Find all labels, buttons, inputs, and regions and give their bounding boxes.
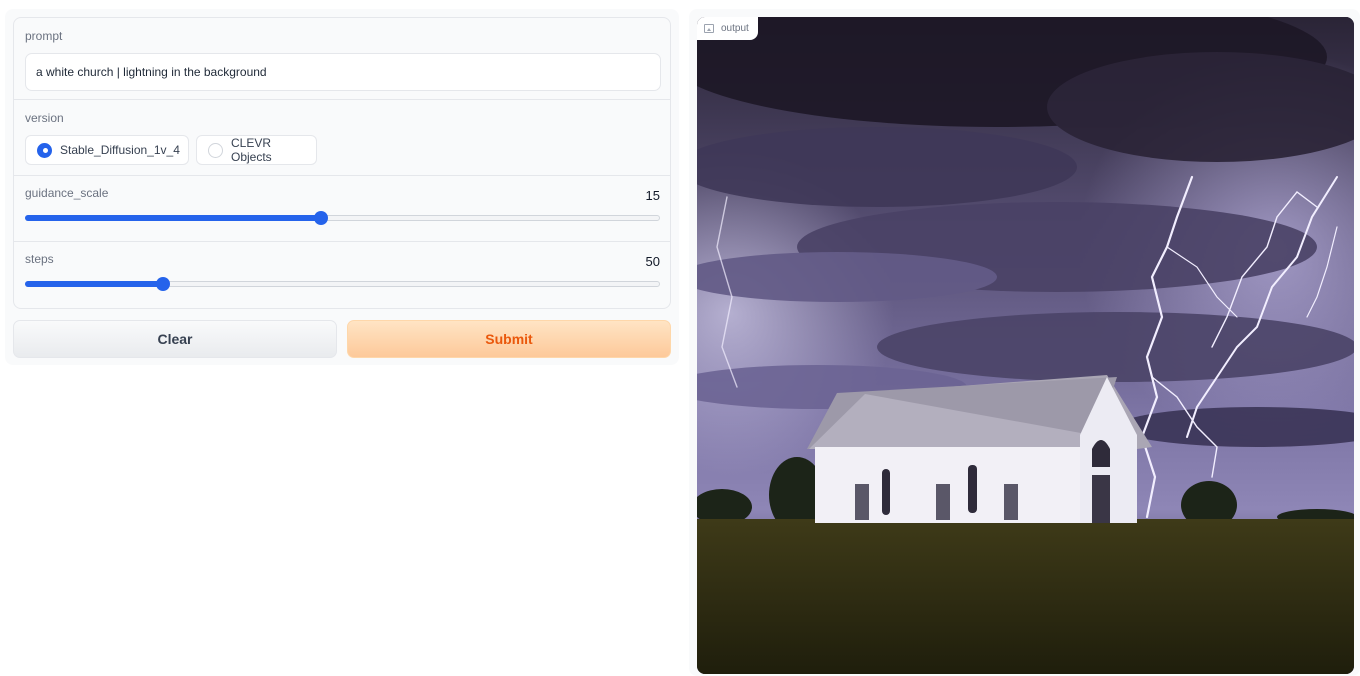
radio-checked-icon	[37, 142, 52, 158]
prompt-block: prompt	[14, 18, 670, 100]
slider-fill	[25, 215, 321, 221]
guidance-scale-value[interactable]: 15	[646, 188, 660, 203]
clear-button[interactable]: Clear	[13, 320, 337, 358]
steps-slider[interactable]	[25, 277, 660, 291]
steps-value[interactable]: 50	[646, 254, 660, 269]
version-block: version Stable_Diffusion_1v_4 CLEVR Obje…	[14, 100, 670, 176]
output-label: output	[697, 17, 758, 40]
submit-button[interactable]: Submit	[347, 320, 671, 358]
version-option-label: CLEVR Objects	[231, 136, 272, 164]
input-panel: prompt version Stable_Diffusion_1v_4 CLE…	[5, 9, 679, 365]
output-image-box: output	[697, 17, 1354, 674]
output-panel: output	[689, 9, 1360, 676]
version-option-stable-diffusion[interactable]: Stable_Diffusion_1v_4	[25, 135, 189, 165]
slider-thumb[interactable]	[314, 211, 328, 225]
steps-block: steps 50	[14, 242, 670, 308]
white-church	[807, 375, 1152, 523]
slider-thumb[interactable]	[156, 277, 170, 291]
form-box: prompt version Stable_Diffusion_1v_4 CLE…	[13, 17, 671, 309]
version-option-label: Stable_Diffusion_1v_4	[60, 143, 180, 157]
prompt-input[interactable]	[25, 53, 661, 91]
grass-field	[697, 519, 1354, 674]
version-option-clevr-objects[interactable]: CLEVR Objects	[196, 135, 317, 165]
generated-image[interactable]	[697, 17, 1354, 674]
output-label-text: output	[721, 23, 749, 34]
steps-label: steps	[25, 252, 54, 266]
version-label: version	[25, 111, 64, 125]
prompt-label: prompt	[25, 29, 63, 43]
guidance-scale-label: guidance_scale	[25, 186, 109, 200]
slider-fill	[25, 281, 163, 287]
image-icon	[704, 24, 714, 33]
guidance-scale-block: guidance_scale 15	[14, 176, 670, 242]
radio-unchecked-icon	[208, 142, 223, 158]
guidance-scale-slider[interactable]	[25, 211, 660, 225]
